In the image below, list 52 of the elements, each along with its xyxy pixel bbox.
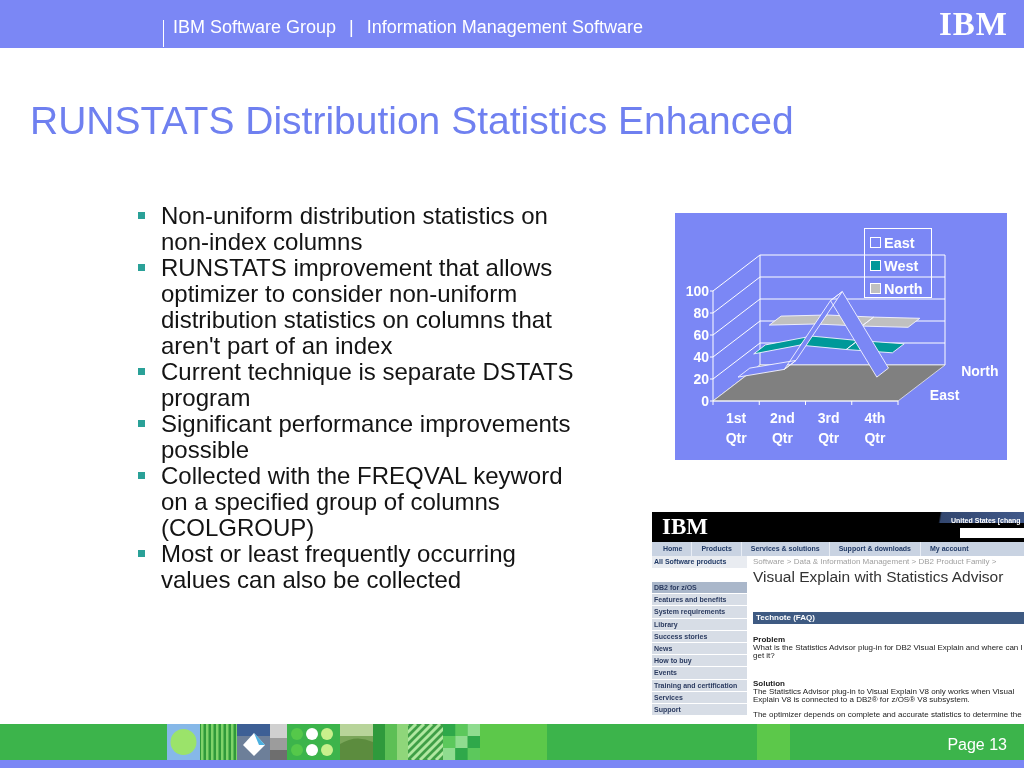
category-label: 2nd Qtr: [769, 410, 795, 446]
section-text: What is the Statistics Advisor plug-in for DB2 Visual Explain and where can I get it?: [753, 644, 1024, 660]
square-bullet-icon: [138, 264, 145, 271]
footer-accent-block: [757, 724, 790, 760]
axis-tick-label: 0: [701, 393, 709, 409]
category-label: 4th Qtr: [864, 410, 886, 446]
depth-axis-label: North: [961, 363, 999, 379]
division-name: Information Management Software: [366, 16, 643, 38]
page-title: Visual Explain with Statistics Advisor: [753, 568, 1005, 586]
page-number: Page 13: [947, 736, 1007, 754]
bullet-text: Non-uniform distribution statistics on non-index columns: [161, 203, 549, 255]
axis-tick-label: 80: [693, 305, 709, 321]
square-bullet-icon: [138, 368, 145, 375]
section-text: The Statistics Advisor plug-in to Visual Explain V8 only works when Visual Explain V8 is connected to a DB2® for z/OS® V8 subsystem.: [753, 688, 1016, 704]
bullet-text: Significant performance improvements possible: [161, 411, 572, 463]
legend-label: West: [884, 258, 919, 274]
photo-placeholder: [340, 724, 373, 760]
square-bullet-icon: [138, 550, 145, 557]
square-bullet-icon: [138, 420, 145, 427]
search-field[interactable]: [960, 528, 1024, 538]
gradient-tile-icon: [270, 724, 287, 760]
section-text: The optimizer depends on complete and accurate statistics to determine the: [753, 711, 1023, 719]
circle-tile-icon: [167, 724, 200, 760]
bullet-text: RUNSTATS improvement that allows optimizer to consider non-uniform distribution statistics on columns that aren't part of an index: [161, 255, 554, 359]
category-label: 1st Qtr: [725, 410, 747, 446]
company-logo: IBM: [662, 517, 708, 537]
legend-label: East: [884, 235, 915, 251]
section-heading: Solution: [753, 680, 786, 688]
group-name: IBM Software Group: [173, 16, 337, 38]
slide-title: RUNSTATS Distribution Statistics Enhanced: [30, 98, 795, 143]
depth-axis-label: East: [929, 387, 960, 403]
category-label: 3rd Qtr: [817, 410, 840, 446]
axis-tick-label: 40: [693, 349, 709, 365]
axis-tick-label: 100: [685, 283, 709, 299]
gradient-tile-icon: [373, 724, 408, 760]
section-heading: Problem: [753, 636, 786, 644]
legend-label: North: [884, 281, 923, 297]
bullet-text: Most or least frequently occurring values can also be collected: [161, 541, 517, 593]
bullet-text: Collected with the FREQVAL keyword on a specified group of columns (COLGROUP): [161, 463, 564, 541]
footer-accent-block: [480, 724, 547, 760]
title-separator: |: [349, 16, 354, 38]
checker-tile-icon: [443, 724, 480, 760]
diagonal-stripes-tile-icon: [408, 724, 443, 760]
company-logo: IBM: [939, 9, 1008, 39]
square-bullet-icon: [138, 212, 145, 219]
square-bullet-icon: [138, 472, 145, 479]
technote-header: Technote (FAQ): [753, 612, 1024, 624]
bullet-text: Current technique is separate DSTATS program: [161, 359, 575, 411]
diamond-tile-icon: [237, 724, 270, 760]
stripes-tile-icon: [200, 724, 237, 760]
axis-tick-label: 20: [693, 371, 709, 387]
axis-tick-label: 60: [693, 327, 709, 343]
